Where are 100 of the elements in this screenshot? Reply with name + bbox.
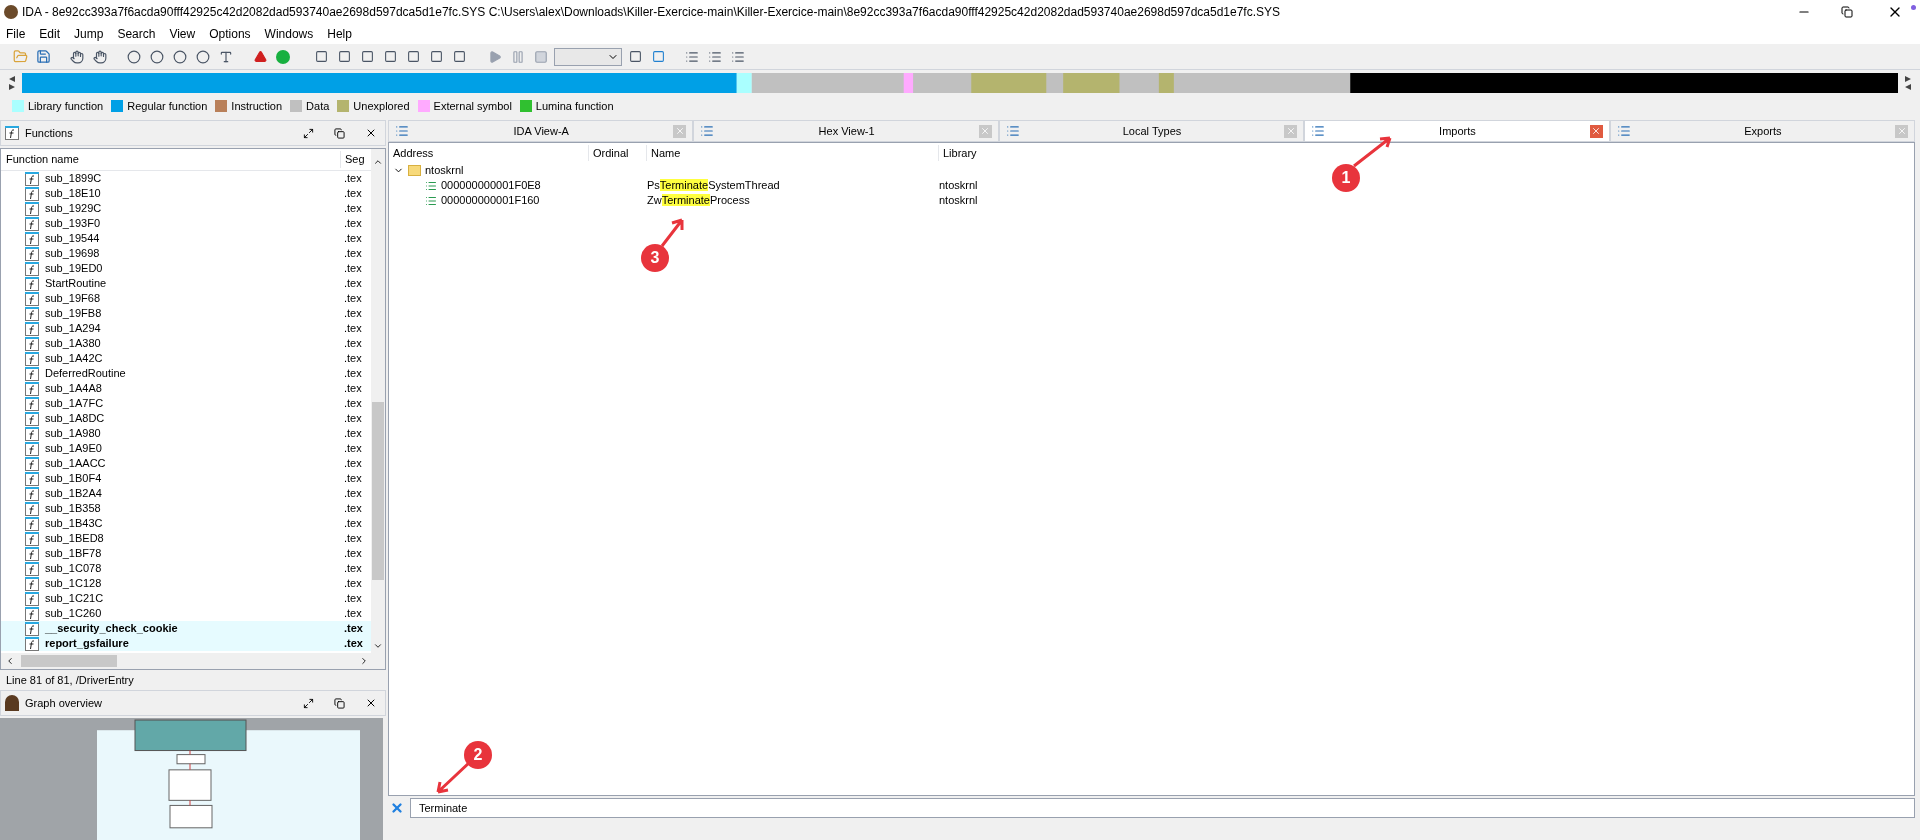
maximize-icon[interactable]	[303, 127, 314, 139]
horizontal-scrollbar[interactable]	[1, 653, 385, 669]
function-row[interactable]: sub_1B358 .tex	[1, 501, 371, 516]
maximize-icon[interactable]	[303, 697, 314, 709]
tab[interactable]: Imports	[1304, 120, 1610, 142]
function-icon	[25, 351, 39, 366]
menu-item[interactable]: Options	[209, 25, 251, 43]
float-icon[interactable]	[334, 127, 345, 139]
function-row[interactable]: sub_193F0 .tex	[1, 216, 371, 231]
scroll-arrows-icon[interactable]	[8, 75, 16, 91]
column-header[interactable]: Function name	[1, 151, 341, 168]
function-row[interactable]: sub_1B0F4 .tex	[1, 471, 371, 486]
function-row[interactable]: sub_19ED0 .tex	[1, 261, 371, 276]
function-row[interactable]: sub_1B2A4 .tex	[1, 486, 371, 501]
scroll-arrows-icon[interactable]	[1904, 75, 1912, 91]
function-row[interactable]: sub_1C21C .tex	[1, 591, 371, 606]
function-icon	[25, 306, 39, 321]
function-row[interactable]: DeferredRoutine .tex	[1, 366, 371, 381]
float-icon[interactable]	[334, 697, 345, 709]
scroll-down-icon[interactable]	[373, 641, 383, 651]
function-row[interactable]: sub_1A8DC .tex	[1, 411, 371, 426]
function-row[interactable]: sub_1A7FC .tex	[1, 396, 371, 411]
function-row[interactable]: sub_1929C .tex	[1, 201, 371, 216]
function-icon	[25, 531, 39, 546]
function-name: sub_18E10	[45, 186, 101, 202]
function-row[interactable]: sub_1BED8 .tex	[1, 531, 371, 546]
function-row[interactable]: sub_1A42C .tex	[1, 351, 371, 366]
restore-icon[interactable]	[1841, 6, 1853, 18]
function-name: sub_1BF78	[45, 546, 102, 562]
function-row[interactable]: sub_1A4A8 .tex	[1, 381, 371, 396]
function-row[interactable]: report_gsfailure .tex	[1, 636, 371, 651]
filter-field[interactable]: Terminate	[410, 798, 1915, 818]
function-icon	[25, 441, 39, 456]
function-icon	[5, 126, 19, 140]
scroll-right-icon[interactable]	[359, 656, 369, 666]
segment-cell-text: .tex	[343, 351, 362, 367]
clear-filter-icon[interactable]	[390, 801, 404, 815]
function-row[interactable]: sub_1C078 .tex	[1, 561, 371, 576]
tab[interactable]: Exports	[1609, 120, 1916, 142]
menu-item[interactable]: Search	[117, 25, 156, 43]
column-header[interactable]: Seg	[341, 151, 365, 168]
function-icon	[25, 486, 39, 501]
scroll-up-icon[interactable]	[373, 157, 383, 167]
segment-cell-text: .tex	[343, 366, 362, 382]
app-icon	[4, 5, 18, 19]
function-row[interactable]: sub_19698 .tex	[1, 246, 371, 261]
scroll-left-icon[interactable]	[5, 656, 15, 666]
function-icon	[25, 381, 39, 396]
menu-item[interactable]: Jump	[74, 25, 104, 43]
function-name: __security_check_cookie	[45, 621, 178, 637]
function-row[interactable]: sub_1BF78 .tex	[1, 546, 371, 561]
function-row[interactable]: sub_1A294 .tex	[1, 321, 371, 336]
legend-label: External symbol	[433, 98, 512, 114]
tab[interactable]: IDA View-A	[388, 120, 694, 142]
function-name: sub_1A294	[45, 321, 101, 337]
function-name: DeferredRoutine	[45, 366, 126, 382]
tab[interactable]: Local Types	[998, 120, 1305, 142]
menu-item[interactable]: File	[6, 25, 26, 43]
segment-cell-text: .tex	[343, 291, 362, 307]
function-name: sub_1929C	[45, 201, 102, 217]
function-icon	[25, 621, 39, 636]
function-row[interactable]: __security_check_cookie .tex	[1, 621, 371, 636]
function-row[interactable]: sub_1C128 .tex	[1, 576, 371, 591]
segment-cell-text: .tex	[343, 441, 362, 457]
column-header[interactable]: Name	[647, 144, 939, 162]
segment-cell-text: .tex	[343, 486, 362, 502]
window-title: IDA - 8e92cc393a7f6acda90fff42925c42d2082dad593740ae2698d597dca5d1e7fc.SYS C:\Users\alex\Downloads\Killer-Exercice-main\Killer-Exercice-main\8e92cc393a7f6acda90fff42925c42d2082dad593740ae2698d597dca5d1e7fc.SYS	[22, 4, 1281, 21]
close-tab-icon[interactable]	[1589, 124, 1603, 138]
function-row[interactable]: sub_18E10 .tex	[1, 186, 371, 201]
function-row[interactable]: sub_1A980 .tex	[1, 426, 371, 441]
function-row[interactable]: StartRoutine .tex	[1, 276, 371, 291]
column-header[interactable]: Library	[939, 144, 1039, 162]
vertical-scrollbar[interactable]	[371, 149, 385, 653]
function-row[interactable]: sub_19FB8 .tex	[1, 306, 371, 321]
menu-item[interactable]: Help	[327, 25, 352, 43]
segment-cell-text: .tex	[343, 501, 362, 517]
function-icon	[25, 396, 39, 411]
menu-item[interactable]: Edit	[39, 25, 61, 43]
function-name: report_gsfailure	[45, 636, 129, 652]
function-row[interactable]: sub_19544 .tex	[1, 231, 371, 246]
function-row[interactable]: sub_1899C .tex	[1, 171, 371, 186]
tab[interactable]: Hex View-1	[693, 120, 999, 142]
function-row[interactable]: sub_1C260 .tex	[1, 606, 371, 621]
column-header[interactable]: Ordinal	[589, 144, 647, 162]
close-icon[interactable]	[365, 697, 377, 709]
view-icon	[1616, 124, 1631, 138]
function-icon	[25, 606, 39, 621]
segment-cell-text: .tex	[343, 636, 363, 652]
close-icon[interactable]	[365, 127, 377, 139]
column-header[interactable]: Address	[389, 144, 589, 162]
navigation-band[interactable]	[22, 73, 1898, 93]
function-row[interactable]: sub_1B43C .tex	[1, 516, 371, 531]
function-row[interactable]: sub_1A9E0 .tex	[1, 441, 371, 456]
menu-item[interactable]: Windows	[264, 25, 314, 43]
function-row[interactable]: sub_1A380 .tex	[1, 336, 371, 351]
function-name: sub_1AACC	[45, 456, 106, 472]
function-row[interactable]: sub_1AACC .tex	[1, 456, 371, 471]
function-row[interactable]: sub_19F68 .tex	[1, 291, 371, 306]
menu-item[interactable]: View	[169, 25, 196, 43]
import-icon	[425, 179, 437, 192]
